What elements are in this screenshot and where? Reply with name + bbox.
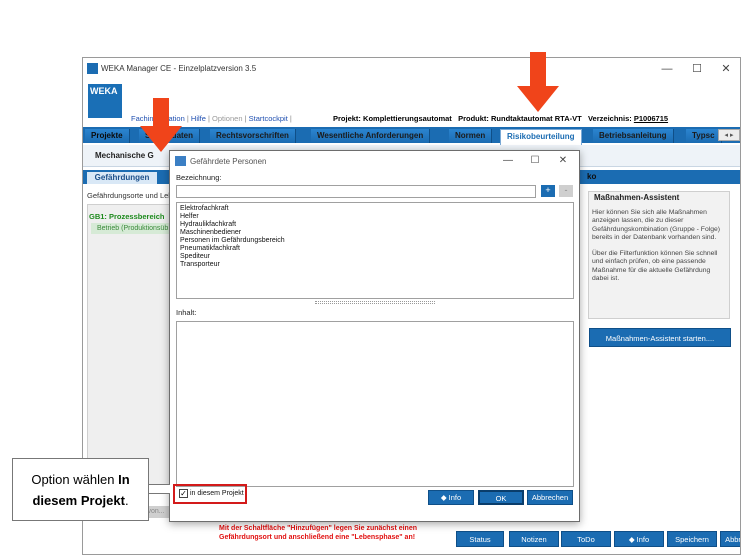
link-optionen: Optionen bbox=[212, 114, 243, 123]
left-panel-label: Gefährdungsorte und Lebe bbox=[87, 191, 177, 200]
left-tree-panel bbox=[87, 204, 171, 489]
dialog-info-button[interactable]: ◆ Info bbox=[428, 490, 474, 505]
tab-normen[interactable]: Normen bbox=[449, 129, 493, 143]
inhalt-textarea[interactable] bbox=[176, 321, 574, 487]
title-bar: WEKA Manager CE - Einzelplatzversion 3.5… bbox=[83, 58, 740, 80]
gefaehrdete-personen-dialog: Gefährdete Personen — ☐ ✕ Bezeichnung: +… bbox=[169, 150, 580, 522]
hint-text: Mit der Schaltfläche "Hinzufügen" legen … bbox=[219, 525, 418, 541]
callout-bold: In bbox=[118, 472, 130, 487]
splitter-handle[interactable] bbox=[315, 301, 435, 304]
weka-logo: WEKA bbox=[88, 84, 122, 118]
dialog-close-button[interactable]: ✕ bbox=[553, 154, 573, 168]
instruction-callout: Option wählen In diesem Projekt. bbox=[12, 458, 149, 521]
list-item[interactable]: Spediteur bbox=[180, 253, 210, 260]
tab-typschild[interactable]: Typsc bbox=[686, 129, 722, 143]
bezeichnung-input[interactable] bbox=[176, 185, 536, 198]
tab-projekte[interactable]: Projekte bbox=[85, 129, 130, 143]
subnav-mechanische[interactable]: Mechanische G bbox=[95, 151, 154, 160]
link-startcockpit[interactable]: Startcockpit bbox=[249, 114, 288, 123]
remove-button: - bbox=[559, 185, 573, 197]
info-button-main[interactable]: ◆ Info bbox=[614, 531, 664, 547]
in-diesem-projekt-label[interactable]: in diesem Projekt bbox=[190, 490, 244, 497]
app-icon bbox=[87, 63, 98, 74]
dialog-minimize-button[interactable]: — bbox=[498, 154, 518, 168]
speichern-button[interactable]: Speichern bbox=[667, 531, 717, 547]
annotation-arrow-right-head bbox=[517, 86, 559, 112]
dialog-app-icon bbox=[175, 156, 186, 166]
callout-line-2: diesem Projekt. bbox=[13, 490, 148, 511]
product-label: Produkt: bbox=[458, 114, 489, 123]
app-title: WEKA Manager CE - Einzelplatzversion 3.5 bbox=[101, 64, 257, 73]
callout-text: Option wählen bbox=[31, 472, 119, 487]
tab-scroll-arrows[interactable]: ◂ ▸ bbox=[718, 129, 740, 141]
list-item[interactable]: Transporteur bbox=[180, 261, 220, 268]
massnahmen-text-2: Über die Filterfunktion können Sie schne… bbox=[592, 250, 718, 283]
todo-button[interactable]: ToDo bbox=[561, 531, 611, 547]
info-icon: ◆ bbox=[440, 493, 449, 502]
list-item[interactable]: Pneumatikfachkraft bbox=[180, 245, 240, 252]
directory-value[interactable]: P1006715 bbox=[634, 114, 668, 123]
tab-risikobeurteilung[interactable]: Risikobeurteilung bbox=[500, 129, 582, 145]
dialog-title: Gefährdete Personen bbox=[190, 157, 267, 166]
close-button[interactable]: ✕ bbox=[713, 61, 739, 77]
info-label: Info bbox=[636, 535, 650, 544]
dialog-info-label: Info bbox=[448, 493, 462, 502]
dialog-ok-button[interactable]: OK bbox=[478, 490, 524, 505]
info-icon: ◆ bbox=[628, 535, 637, 544]
add-button[interactable]: + bbox=[541, 185, 555, 197]
callout-pointer bbox=[148, 484, 170, 494]
tab-rechtsvorschriften[interactable]: Rechtsvorschriften bbox=[210, 129, 296, 143]
subtab-risiko[interactable]: ko bbox=[587, 172, 596, 181]
list-item[interactable]: Maschinenbediener bbox=[180, 229, 241, 236]
massnahmen-text-1: Hier können Sie sich alle Maßnahmen anze… bbox=[592, 209, 721, 241]
directory-label: Verzeichnis: bbox=[587, 114, 632, 123]
project-label: Projekt: bbox=[333, 114, 361, 123]
annotation-arrow-left-head bbox=[140, 126, 182, 152]
link-hilfe[interactable]: Hilfe bbox=[191, 114, 206, 123]
list-item[interactable]: Personen im Gefährdungsbereich bbox=[180, 237, 285, 244]
maximize-button[interactable]: ☐ bbox=[684, 61, 710, 77]
abbrechen-button-main[interactable]: Abbr bbox=[720, 531, 740, 547]
callout-bold-2: diesem Projekt bbox=[32, 493, 125, 508]
callout-suffix: . bbox=[124, 493, 129, 508]
status-button[interactable]: Status bbox=[456, 531, 504, 547]
list-item[interactable]: Hydraulikfachkraft bbox=[180, 221, 236, 228]
bezeichnung-label: Bezeichnung: bbox=[176, 173, 222, 182]
callout-line-1: Option wählen In bbox=[13, 469, 148, 490]
tab-wesentliche-anforderungen[interactable]: Wesentliche Anforderungen bbox=[311, 129, 431, 143]
tab-betriebsanleitung[interactable]: Betriebsanleitung bbox=[593, 129, 674, 143]
massnahmen-title: Maßnahmen-Assistent bbox=[594, 193, 680, 202]
personen-list[interactable]: Elektrofachkraft Helfer Hydraulikfachkra… bbox=[176, 202, 574, 299]
annotation-arrow-left-shaft bbox=[153, 98, 169, 128]
dialog-maximize-button[interactable]: ☐ bbox=[525, 154, 545, 168]
subtab-gefaehrdungen[interactable]: Gefährdungen bbox=[87, 172, 157, 184]
inhalt-label: Inhalt: bbox=[176, 308, 197, 317]
minimize-button[interactable]: — bbox=[654, 61, 680, 77]
tree-item-betrieb[interactable]: Betrieb (Produktionsüb bbox=[91, 223, 171, 234]
massnahmen-start-button[interactable]: Maßnahmen-Assistent starten.... bbox=[589, 328, 731, 347]
annotation-arrow-right-shaft bbox=[530, 52, 546, 88]
project-info: Projekt: Komplettierungsautomat Produkt:… bbox=[333, 114, 668, 123]
project-value: Komplettierungsautomat bbox=[363, 114, 452, 123]
list-item[interactable]: Elektrofachkraft bbox=[180, 205, 229, 212]
dialog-abbrechen-button[interactable]: Abbrechen bbox=[527, 490, 573, 505]
massnahmen-text: Hier können Sie sich alle Maßnahmen anze… bbox=[592, 209, 728, 283]
notizen-button[interactable]: Notizen bbox=[509, 531, 559, 547]
tree-group-gb1[interactable]: GB1: Prozessbereich bbox=[89, 212, 164, 221]
product-value: Rundtaktautomat RTA-VT bbox=[491, 114, 582, 123]
list-item[interactable]: Helfer bbox=[180, 213, 199, 220]
in-diesem-projekt-checkbox[interactable]: ✓ bbox=[179, 489, 188, 498]
